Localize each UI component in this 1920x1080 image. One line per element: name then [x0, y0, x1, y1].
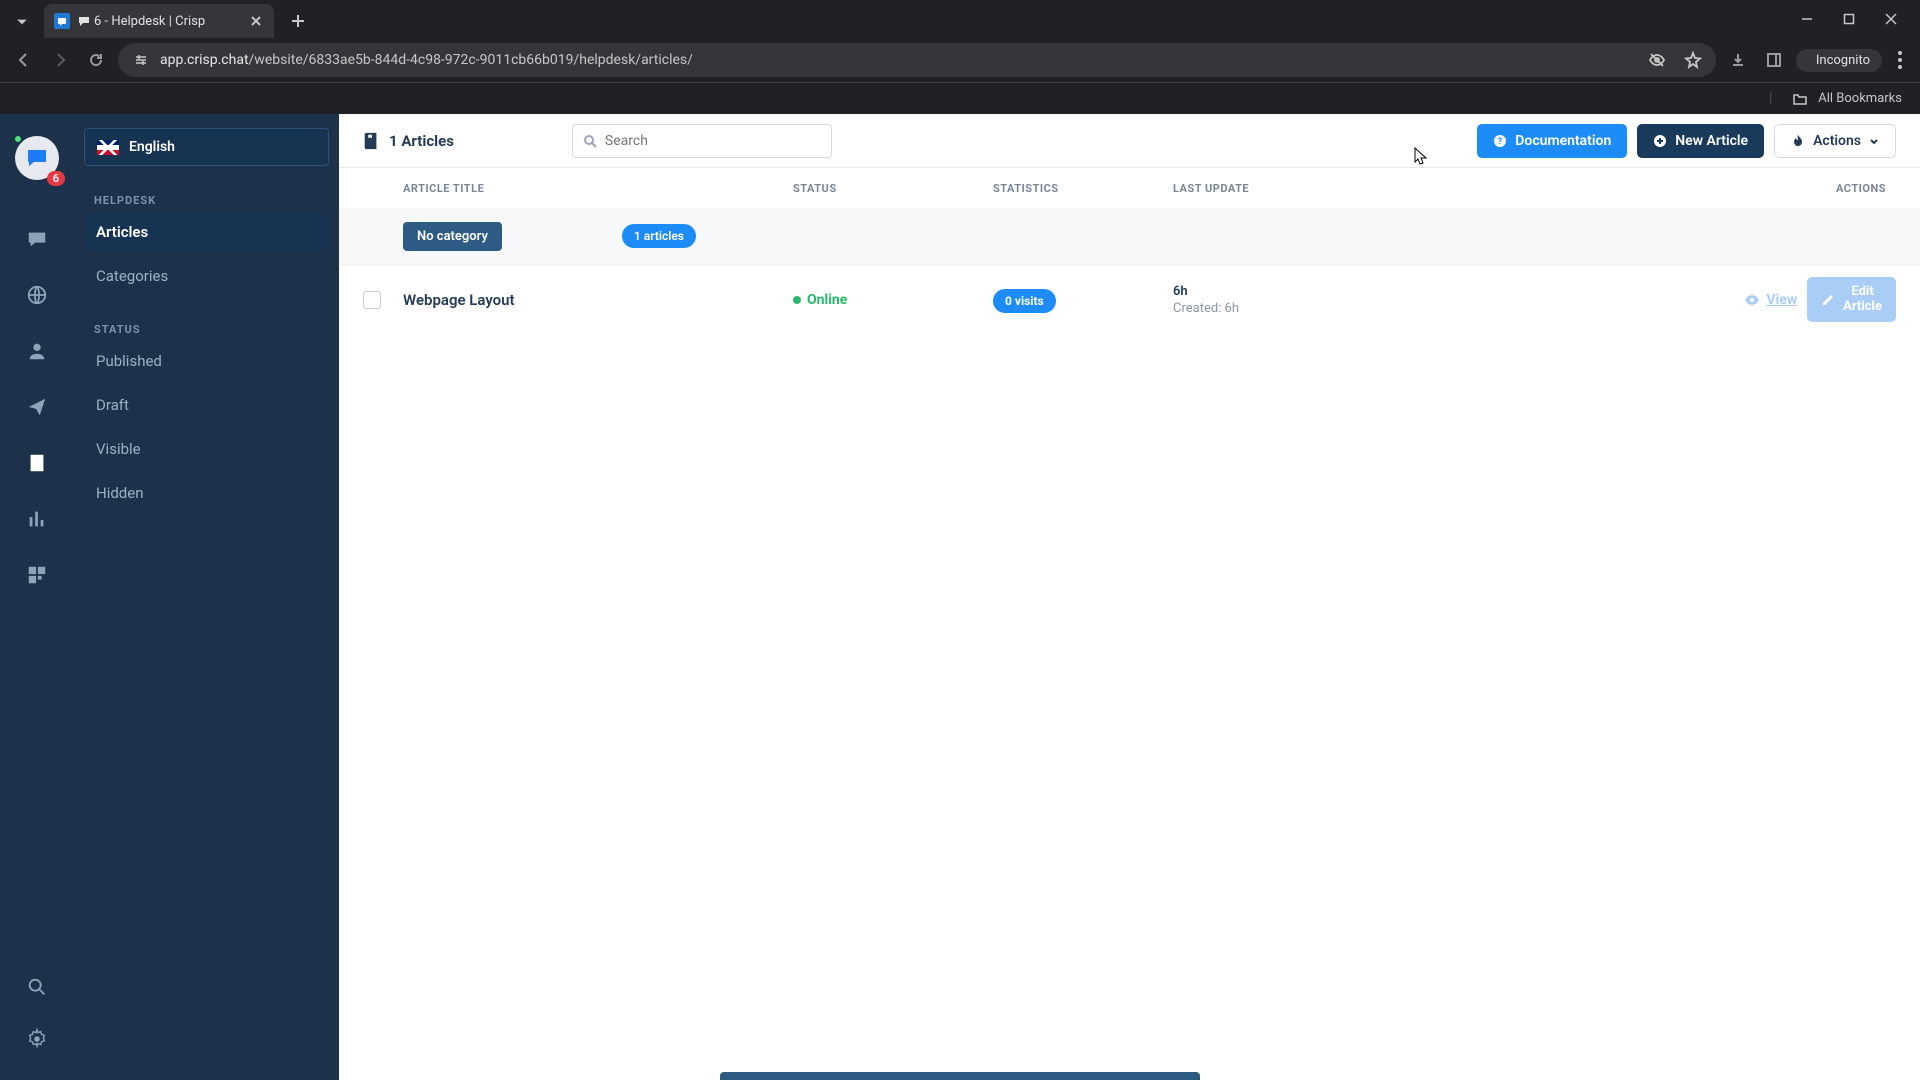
view-link[interactable]: View	[1744, 292, 1797, 308]
window-close[interactable]	[1884, 12, 1898, 26]
sidebar: English HELPDESK Articles Categories STA…	[74, 114, 339, 1080]
chat-icon	[25, 146, 49, 170]
main-panel: 1 Articles ? Documentation New Article A…	[339, 114, 1920, 1080]
eye-icon	[1744, 292, 1760, 308]
plus-icon	[291, 14, 305, 28]
article-count: 1 Articles	[389, 132, 454, 150]
status-dot-icon	[793, 296, 801, 304]
tab-bar: 6 - Helpdesk | Crisp	[0, 0, 1920, 38]
sidebar-item-articles[interactable]: Articles	[84, 213, 329, 251]
flag-icon	[97, 140, 119, 155]
rail-globe[interactable]	[24, 282, 50, 308]
presence-indicator	[13, 134, 23, 144]
table-header: ARTICLE TITLE STATUS STATISTICS LAST UPD…	[339, 168, 1920, 208]
rail-analytics[interactable]	[24, 506, 50, 532]
tab-search-button[interactable]	[6, 6, 38, 38]
url-text: app.crisp.chat/website/6833ae5b-844d-4c9…	[160, 52, 693, 68]
documentation-button[interactable]: ? Documentation	[1477, 124, 1627, 158]
window-minimize[interactable]	[1800, 12, 1814, 26]
nav-reload[interactable]	[82, 46, 110, 74]
bookmarks-row: | All Bookmarks	[0, 82, 1920, 114]
nav-back[interactable]	[10, 46, 38, 74]
book-icon	[363, 132, 379, 150]
col-actions: ACTIONS	[1393, 182, 1896, 195]
sidebar-item-published[interactable]: Published	[84, 342, 329, 380]
window-maximize[interactable]	[1842, 12, 1856, 26]
search-icon	[583, 134, 597, 148]
edit-article-button[interactable]: EditArticle	[1807, 277, 1896, 322]
folder-icon	[1792, 91, 1808, 107]
site-settings-icon[interactable]	[132, 51, 150, 69]
fire-icon	[1791, 134, 1805, 148]
actions-button[interactable]: Actions	[1774, 124, 1896, 158]
article-stats: 0 visits	[993, 290, 1173, 309]
category-badge: No category	[403, 222, 502, 251]
bottom-accent-bar	[720, 1072, 1200, 1080]
window-controls	[1800, 0, 1920, 38]
language-selector[interactable]: English	[84, 128, 329, 166]
sidebar-item-categories[interactable]: Categories	[84, 257, 329, 295]
user-avatar[interactable]: 6	[15, 136, 59, 180]
category-count: 1 articles	[622, 224, 696, 248]
svg-text:?: ?	[1498, 137, 1503, 147]
sidepanel-icon[interactable]	[1760, 46, 1788, 74]
new-article-button[interactable]: New Article	[1637, 124, 1764, 158]
all-bookmarks-link[interactable]: All Bookmarks	[1818, 91, 1902, 106]
col-status: STATUS	[793, 182, 993, 195]
rail-campaigns[interactable]	[24, 394, 50, 420]
browser-menu[interactable]	[1890, 51, 1910, 69]
tab-title: 6 - Helpdesk | Crisp	[78, 14, 205, 29]
app-root: 6 English HELPDESK Articles Categories S…	[0, 114, 1920, 1080]
topbar: 1 Articles ? Documentation New Article A…	[339, 114, 1920, 168]
address-bar[interactable]: app.crisp.chat/website/6833ae5b-844d-4c9…	[118, 43, 1716, 77]
chevron-down-icon	[16, 16, 28, 28]
tab-favicon	[54, 13, 70, 29]
row-checkbox[interactable]	[363, 291, 381, 309]
new-tab-button[interactable]	[284, 7, 312, 35]
address-row: app.crisp.chat/website/6833ae5b-844d-4c9…	[0, 38, 1920, 82]
rail-helpdesk[interactable]	[24, 450, 50, 476]
article-status: Online	[793, 292, 993, 308]
article-updated: 6h Created: 6h	[1173, 284, 1393, 316]
col-title: ARTICLE TITLE	[363, 182, 793, 195]
incognito-badge[interactable]: Incognito	[1796, 49, 1882, 72]
rail-settings[interactable]	[26, 1028, 48, 1054]
section-header-status: STATUS	[84, 323, 329, 336]
rail-inbox[interactable]	[24, 226, 50, 252]
chevron-down-icon	[1869, 136, 1879, 146]
sidebar-item-hidden[interactable]: Hidden	[84, 474, 329, 512]
section-header-helpdesk: HELPDESK	[84, 194, 329, 207]
sidebar-item-visible[interactable]: Visible	[84, 430, 329, 468]
eye-off-icon[interactable]	[1648, 51, 1666, 69]
help-icon: ?	[1493, 134, 1507, 148]
close-icon	[251, 16, 261, 26]
col-stats: STATISTICS	[993, 182, 1173, 195]
pencil-icon	[1821, 293, 1835, 307]
rail-search[interactable]	[26, 976, 48, 1002]
rail-plugins[interactable]	[24, 562, 50, 588]
article-row: Webpage Layout Online 0 visits 6h Create…	[339, 264, 1920, 334]
bookmark-star-icon[interactable]	[1684, 51, 1702, 69]
downloads-icon[interactable]	[1724, 46, 1752, 74]
sidebar-item-draft[interactable]: Draft	[84, 386, 329, 424]
search-field[interactable]	[572, 124, 832, 158]
search-input[interactable]	[605, 133, 821, 149]
rail-contacts[interactable]	[24, 338, 50, 364]
nav-rail: 6	[0, 114, 74, 1080]
tab-close-button[interactable]	[248, 13, 264, 29]
nav-forward[interactable]	[46, 46, 74, 74]
col-update: LAST UPDATE	[1173, 182, 1393, 195]
plus-circle-icon	[1653, 134, 1667, 148]
browser-tab[interactable]: 6 - Helpdesk | Crisp	[44, 4, 274, 38]
language-label: English	[129, 139, 175, 155]
category-row[interactable]: No category 1 articles	[339, 208, 1920, 264]
chat-bubble-icon	[78, 15, 90, 27]
article-title[interactable]: Webpage Layout	[403, 291, 793, 309]
notification-badge: 6	[47, 171, 65, 186]
browser-chrome: 6 - Helpdesk | Crisp app.crisp.chat/webs…	[0, 0, 1920, 114]
